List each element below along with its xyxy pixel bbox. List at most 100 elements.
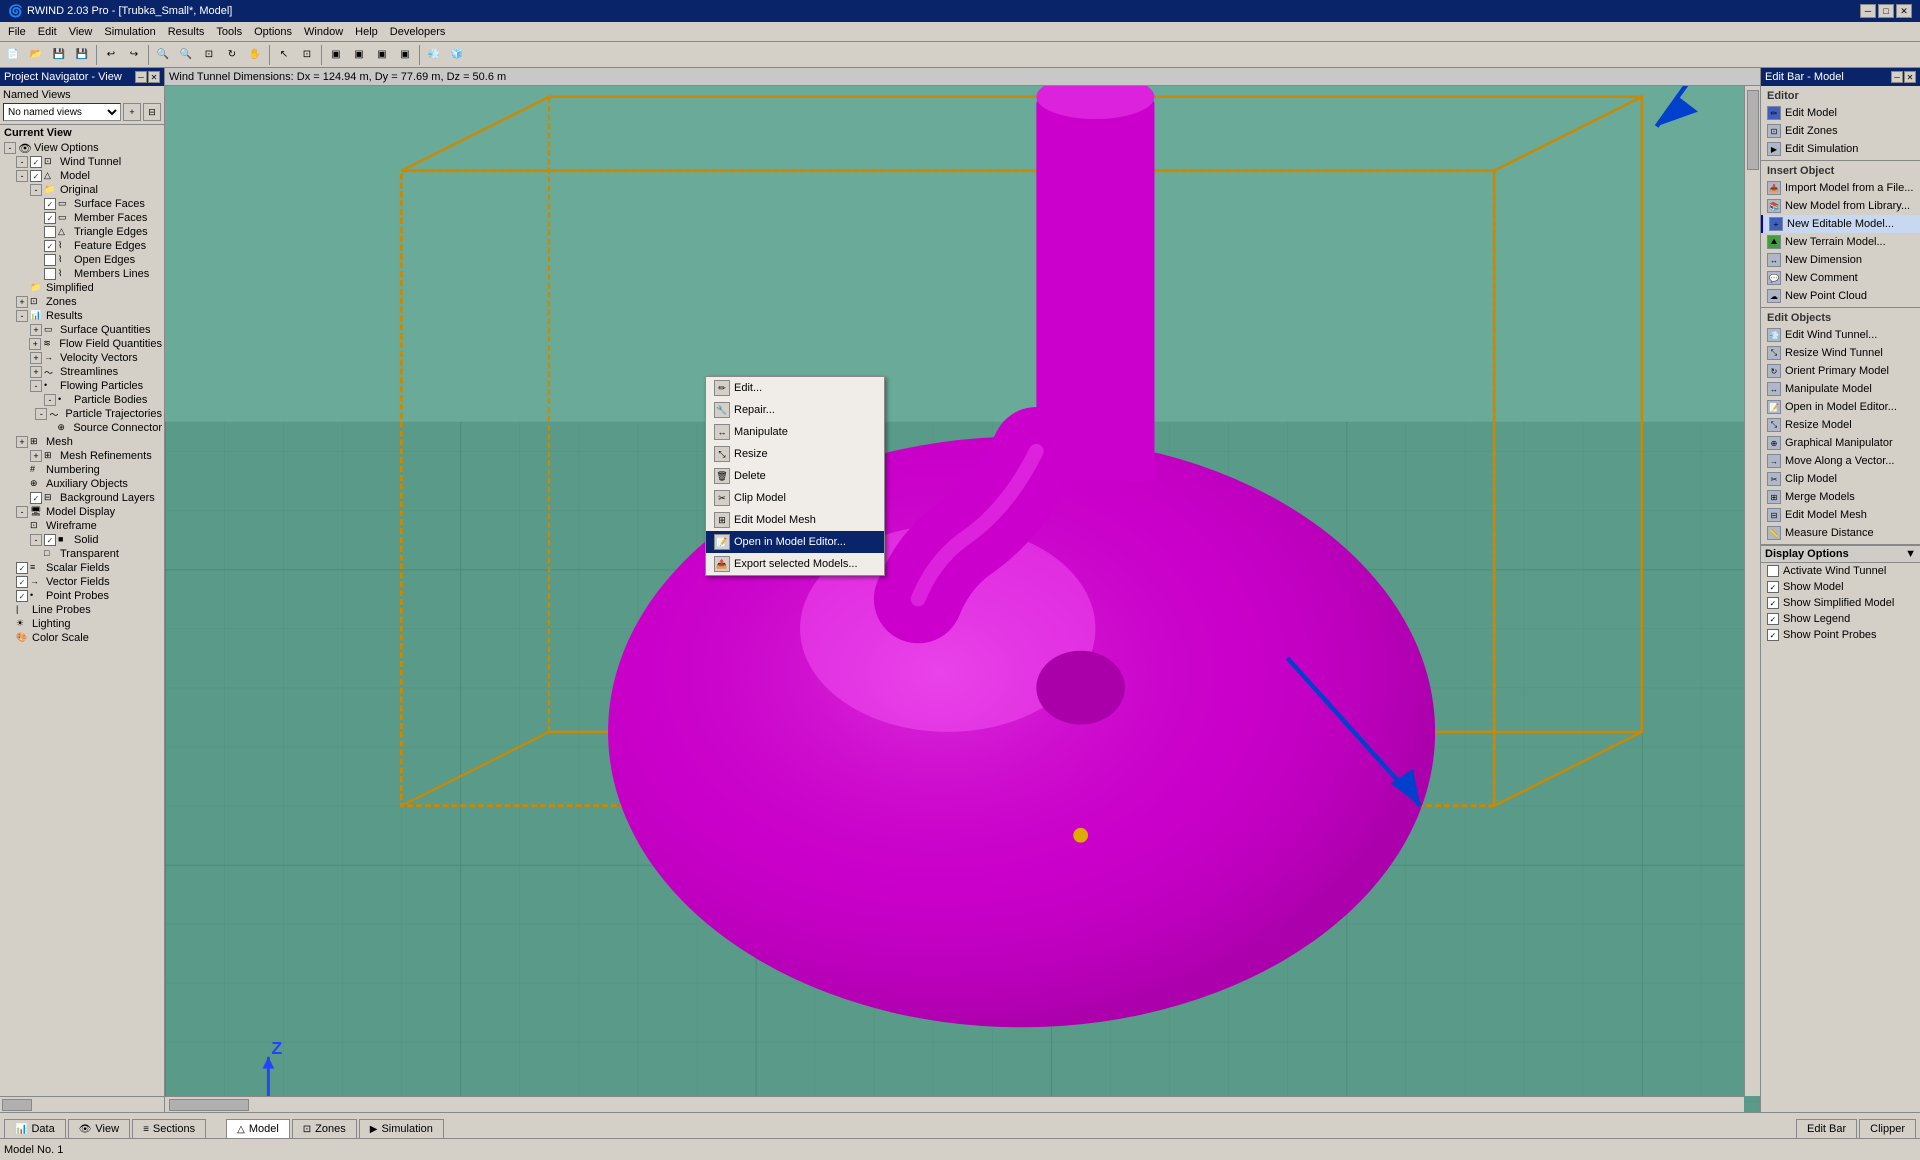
tab-view[interactable]: 👁 View [68, 1119, 130, 1138]
tab-data[interactable]: 📊 Data [4, 1119, 66, 1138]
toolbar-view4[interactable]: ▣ [394, 44, 416, 66]
viewport-scroll-horizontal[interactable] [165, 1096, 1744, 1112]
scene-3d[interactable]: Z X Y ✏ Edit... 🔧 [165, 86, 1760, 1112]
right-item-move-along-vector[interactable]: → Move Along a Vector... [1761, 452, 1920, 470]
tree-item-model[interactable]: - △ Model [0, 169, 164, 183]
menu-help[interactable]: Help [349, 24, 384, 40]
tree-item-flow-field[interactable]: + ≋ Flow Field Quantities [0, 337, 164, 351]
toolbar-zoom-fit[interactable]: ⊡ [198, 44, 220, 66]
display-check-show-model[interactable]: Show Model [1761, 579, 1920, 595]
menu-tools[interactable]: Tools [210, 24, 248, 40]
context-menu-manipulate[interactable]: ↔ Manipulate [706, 421, 884, 443]
display-check-activate-wind-tunnel[interactable]: Activate Wind Tunnel [1761, 563, 1920, 579]
context-menu-repair[interactable]: 🔧 Repair... [706, 399, 884, 421]
maximize-button[interactable]: □ [1878, 4, 1894, 18]
tree-item-flowing-particles[interactable]: - • Flowing Particles [0, 379, 164, 393]
check-solid[interactable] [44, 534, 56, 546]
check-surface-faces[interactable] [44, 198, 56, 210]
toggle-results[interactable]: - [16, 310, 28, 322]
toggle-model-display[interactable]: - [16, 506, 28, 518]
context-menu-edit[interactable]: ✏ Edit... [706, 377, 884, 399]
tree-item-surface-faces[interactable]: ▭ Surface Faces [0, 197, 164, 211]
check-feature-edges[interactable] [44, 240, 56, 252]
toggle-flowing-particles[interactable]: - [30, 380, 42, 392]
toggle-solid[interactable]: - [30, 534, 42, 546]
toggle-streamlines[interactable]: + [30, 366, 42, 378]
menu-view[interactable]: View [63, 24, 99, 40]
right-item-resize-model[interactable]: ⤡ Resize Model [1761, 416, 1920, 434]
toggle-model[interactable]: - [16, 170, 28, 182]
check-scalar-fields[interactable] [16, 562, 28, 574]
toggle-mesh[interactable]: + [16, 436, 28, 448]
right-item-merge-models[interactable]: ⊞ Merge Models [1761, 488, 1920, 506]
context-menu-delete[interactable]: 🗑 Delete [706, 465, 884, 487]
tree-item-auxiliary-objects[interactable]: ⊕ Auxiliary Objects [0, 477, 164, 491]
toolbar-undo[interactable]: ↩ [100, 44, 122, 66]
toggle-surface-quantities[interactable]: + [30, 324, 42, 336]
menu-developers[interactable]: Developers [384, 24, 452, 40]
toolbar-new[interactable]: 📄 [2, 44, 24, 66]
toolbar-wind[interactable]: 💨 [423, 44, 445, 66]
tree-item-streamlines[interactable]: + 〜 Streamlines [0, 365, 164, 379]
checkbox-show-simplified-model[interactable] [1767, 597, 1779, 609]
right-item-edit-wind-tunnel[interactable]: 💨 Edit Wind Tunnel... [1761, 326, 1920, 344]
tree-item-source-connector[interactable]: ⊕ Source Connector [0, 421, 164, 435]
right-item-import-model[interactable]: 📥 Import Model from a File... [1761, 179, 1920, 197]
minimize-button[interactable]: ─ [1860, 4, 1876, 18]
toolbar-pan[interactable]: ✋ [244, 44, 266, 66]
menu-results[interactable]: Results [162, 24, 211, 40]
tab-sections[interactable]: ≡ Sections [132, 1119, 206, 1138]
toggle-zones[interactable]: + [16, 296, 28, 308]
toolbar-redo[interactable]: ↪ [123, 44, 145, 66]
toolbar-save[interactable]: 💾 [48, 44, 70, 66]
right-item-manipulate-model[interactable]: ↔ Manipulate Model [1761, 380, 1920, 398]
tree-item-mesh-refinements[interactable]: + ⊞ Mesh Refinements [0, 449, 164, 463]
context-menu-clip-model[interactable]: ✂ Clip Model [706, 487, 884, 509]
toggle-velocity-vectors[interactable]: + [30, 352, 42, 364]
panel-pin-button[interactable]: ─ [135, 71, 147, 83]
named-views-remove-button[interactable]: ⊟ [143, 103, 161, 121]
tree-item-results[interactable]: - 📊 Results [0, 309, 164, 323]
toggle-mesh-refinements[interactable]: + [30, 450, 42, 462]
toggle-wind-tunnel[interactable]: - [16, 156, 28, 168]
tree-item-solid[interactable]: - ■ Solid [0, 533, 164, 547]
toggle-original[interactable]: - [30, 184, 42, 196]
tab-model[interactable]: △ Model [226, 1119, 290, 1138]
tree-item-model-display[interactable]: - 🖥 Model Display [0, 505, 164, 519]
toolbar-box-select[interactable]: ⊡ [296, 44, 318, 66]
display-options-collapse-icon[interactable]: ▼ [1905, 548, 1916, 560]
tree-item-particle-bodies[interactable]: - • Particle Bodies [0, 393, 164, 407]
tab-clipper[interactable]: Clipper [1859, 1119, 1916, 1138]
display-check-show-point-probes[interactable]: Show Point Probes [1761, 627, 1920, 643]
toolbar-model[interactable]: 🧊 [446, 44, 468, 66]
left-panel-scrollbar-h[interactable] [0, 1096, 164, 1112]
check-point-probes[interactable] [16, 590, 28, 602]
menu-options[interactable]: Options [248, 24, 298, 40]
display-check-show-legend[interactable]: Show Legend [1761, 611, 1920, 627]
tree-item-transparent[interactable]: □ Transparent [0, 547, 164, 561]
right-item-new-terrain[interactable]: ⛰ New Terrain Model... [1761, 233, 1920, 251]
toggle-particle-bodies[interactable]: - [44, 394, 56, 406]
tree-item-feature-edges[interactable]: ⌇ Feature Edges [0, 239, 164, 253]
right-item-new-model-library[interactable]: 📚 New Model from Library... [1761, 197, 1920, 215]
context-menu[interactable]: ✏ Edit... 🔧 Repair... ↔ Manipulate ⤡ Res… [705, 376, 885, 576]
tab-zones[interactable]: ⊡ Zones [292, 1119, 357, 1138]
tree-item-vector-fields[interactable]: → Vector Fields [0, 575, 164, 589]
toolbar-select[interactable]: ↖ [273, 44, 295, 66]
right-item-graphical-manipulator[interactable]: ⊕ Graphical Manipulator [1761, 434, 1920, 452]
right-item-edit-model-mesh[interactable]: ⊟ Edit Model Mesh [1761, 506, 1920, 524]
check-wind-tunnel[interactable] [30, 156, 42, 168]
tab-edit-bar[interactable]: Edit Bar [1796, 1119, 1857, 1138]
right-item-open-model-editor[interactable]: 📝 Open in Model Editor... [1761, 398, 1920, 416]
right-item-new-point-cloud[interactable]: ☁ New Point Cloud [1761, 287, 1920, 305]
named-views-add-button[interactable]: + [123, 103, 141, 121]
tree-item-color-scale[interactable]: 🎨 Color Scale [0, 631, 164, 645]
toolbar-rotate[interactable]: ↻ [221, 44, 243, 66]
tree-item-mesh[interactable]: + ⊞ Mesh [0, 435, 164, 449]
check-open-edges[interactable] [44, 254, 56, 266]
toolbar-view2[interactable]: ▣ [348, 44, 370, 66]
context-menu-edit-model-mesh[interactable]: ⊞ Edit Model Mesh [706, 509, 884, 531]
check-members-lines[interactable] [44, 268, 56, 280]
tree-item-particle-trajectories[interactable]: - 〜 Particle Trajectories [0, 407, 164, 421]
tree-item-zones[interactable]: + ⊡ Zones [0, 295, 164, 309]
